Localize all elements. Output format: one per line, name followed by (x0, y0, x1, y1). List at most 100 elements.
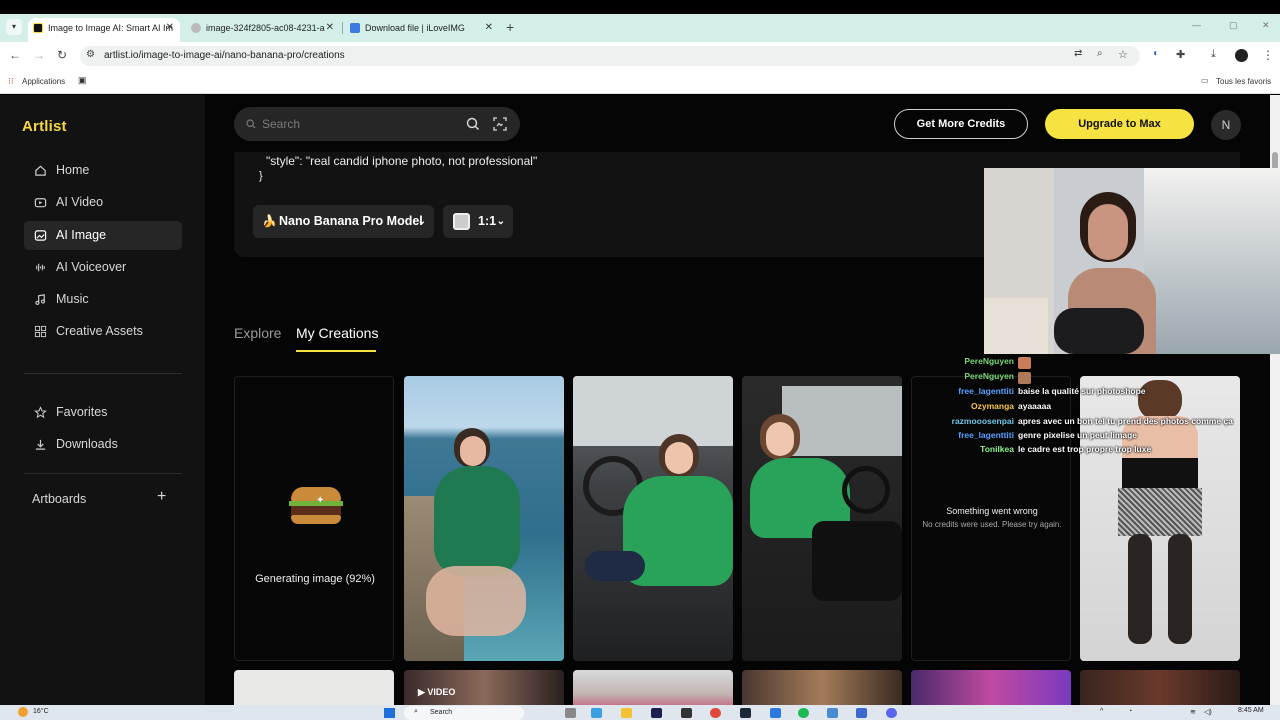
clock-time[interactable]: 8:45 AM (1238, 707, 1264, 714)
chrome-icon[interactable] (710, 708, 721, 718)
site-info-icon[interactable]: ⚙ (86, 49, 95, 60)
webcam-overlay (984, 168, 1280, 354)
close-tab-icon[interactable]: ✕ (326, 18, 334, 38)
tab-search-button[interactable]: ▾ (6, 19, 22, 35)
apps-grid-icon[interactable]: ⁝⁝ (8, 76, 14, 87)
sidebar-item-downloads[interactable]: Downloads (24, 430, 182, 459)
menu-kebab-icon[interactable]: ⋮ (1262, 48, 1274, 62)
browser-tab-iloveimg[interactable]: Download file | iLoveIMG ✕ (345, 18, 499, 42)
sidebar-item-favorites[interactable]: Favorites (24, 398, 182, 427)
aspect-ratio-selector[interactable]: 1:1 ⌄ (443, 205, 513, 238)
creation-card-row2-5[interactable] (911, 670, 1071, 710)
tab-title: image-324f2805-ac08-4231-a (206, 23, 325, 33)
car-window (782, 386, 902, 456)
search-icon: ⌕ (414, 708, 418, 715)
creation-card-row2-6[interactable] (1080, 670, 1240, 710)
tray-chevron-icon[interactable]: ^ (1100, 708, 1103, 715)
image-icon (34, 230, 47, 241)
browser-tab-image[interactable]: image-324f2805-ac08-4231-a ✕ (186, 18, 340, 42)
zoom-icon[interactable]: ⌕ (1097, 48, 1103, 59)
task-view-icon[interactable] (565, 708, 576, 718)
sidebar-item-ai-video[interactable]: AI Video (24, 188, 182, 217)
chat-message: PereNguyen (900, 356, 1280, 371)
windows-start-icon[interactable] (384, 708, 395, 718)
wifi-icon[interactable]: ≋ (1190, 708, 1196, 716)
search-icon (246, 119, 256, 129)
maximize-icon[interactable]: ▢ (1229, 20, 1238, 31)
bookmark-star-icon[interactable]: ☆ (1118, 48, 1128, 61)
creation-card-row2-3[interactable] (573, 670, 733, 710)
chevron-down-icon: ⌄ (417, 216, 426, 227)
tab-title: Download file | iLoveIMG (365, 23, 465, 33)
chat-text: genre pixelise un peut limage (1018, 430, 1138, 440)
copilot-icon[interactable] (591, 708, 602, 718)
close-tab-icon[interactable]: ✕ (166, 18, 174, 38)
prompt-text[interactable]: "style": "real candid iphone photo, not … (266, 154, 537, 168)
tab-groups-icon[interactable]: ▣ (78, 75, 87, 86)
user-avatar[interactable]: N (1211, 110, 1241, 140)
get-more-credits-button[interactable]: Get More Credits (894, 109, 1028, 139)
creation-card-car-1[interactable] (573, 376, 733, 661)
sidebar-divider (24, 373, 182, 374)
artlist-logo[interactable]: Artlist (22, 118, 67, 135)
minimize-icon[interactable]: — (1192, 20, 1201, 30)
app-icon[interactable] (770, 708, 781, 718)
sidebar-divider (24, 473, 182, 474)
add-artboard-button[interactable]: + (157, 488, 166, 506)
extensions-puzzle-icon[interactable]: ✚ (1176, 48, 1185, 61)
chat-emote (1018, 357, 1031, 369)
image-search-icon[interactable] (492, 116, 508, 132)
discord-icon[interactable] (886, 708, 897, 718)
close-tab-icon[interactable]: ✕ (485, 18, 493, 38)
model-selector[interactable]: 🍌 Nano Banana Pro Model ⌄ (253, 205, 434, 238)
creation-card-row2-4[interactable] (742, 670, 902, 710)
new-tab-button[interactable]: + (506, 19, 514, 35)
app-icon[interactable] (827, 708, 838, 718)
bookmark-applications[interactable]: Applications (22, 77, 65, 86)
sidebar-item-creative-assets[interactable]: Creative Assets (24, 317, 182, 346)
spotify-icon[interactable] (798, 708, 809, 718)
bookmark-all[interactable]: Tous les favoris (1216, 77, 1271, 86)
creation-card-row2-2[interactable]: ▶ VIDEO (404, 670, 564, 710)
taskbar-search[interactable] (404, 706, 524, 720)
sidebar-item-ai-voiceover[interactable]: AI Voiceover (24, 253, 182, 282)
volume-icon[interactable]: ◁) (1204, 708, 1212, 716)
figure-face (766, 422, 794, 456)
taskbar-search-label: Search (430, 709, 453, 716)
chat-message: razmooosenpai apres avec un bon tel tu p… (900, 416, 1280, 431)
creation-card-pool[interactable] (404, 376, 564, 661)
search-submit-icon[interactable] (466, 117, 480, 131)
chat-text: le cadre est trop propre trop luxe (1018, 444, 1152, 454)
steam-icon[interactable] (740, 708, 751, 718)
error-subtitle: No credits were used. Please try again. (922, 520, 1062, 529)
creation-card-car-2[interactable] (742, 376, 902, 661)
chat-username: Tonilkea (980, 444, 1014, 454)
upgrade-button[interactable]: Upgrade to Max (1045, 109, 1194, 139)
translate-icon[interactable]: ⇄ (1074, 48, 1082, 59)
extension-icon[interactable]: ◖ (1152, 48, 1158, 59)
close-window-icon[interactable]: ✕ (1262, 20, 1270, 31)
app-icon[interactable] (681, 708, 692, 718)
back-icon[interactable]: ← (9, 48, 21, 62)
url-text[interactable]: artlist.io/image-to-image-ai/nano-banana… (104, 50, 345, 61)
tab-explore[interactable]: Explore (234, 325, 281, 341)
sidebar-item-ai-image[interactable]: AI Image (24, 221, 182, 250)
file-explorer-icon[interactable] (621, 708, 632, 718)
tray-icon[interactable]: ◔ (1128, 708, 1132, 715)
weather-icon[interactable] (18, 707, 28, 717)
premiere-icon[interactable] (651, 708, 662, 718)
browser-tab-artlist[interactable]: Image to Image AI: Smart AI Im ✕ (28, 18, 180, 42)
creation-card-generating[interactable]: ✦ Generating image (92%) (234, 376, 394, 661)
tab-my-creations[interactable]: My Creations (296, 325, 378, 341)
forward-icon[interactable]: → (33, 48, 45, 62)
app-icon[interactable] (856, 708, 867, 718)
creation-card-row2-1[interactable] (234, 670, 394, 710)
sidebar-item-home[interactable]: Home (24, 156, 182, 185)
download-icon[interactable]: ⤓ (1211, 48, 1216, 61)
weather-temp[interactable]: 16°C (33, 708, 49, 715)
reload-icon[interactable]: ↻ (57, 48, 67, 62)
sidebar-item-music[interactable]: Music (24, 285, 182, 314)
artlist-favicon-icon (33, 23, 43, 33)
star-icon (34, 406, 47, 419)
profile-avatar[interactable] (1235, 49, 1248, 62)
